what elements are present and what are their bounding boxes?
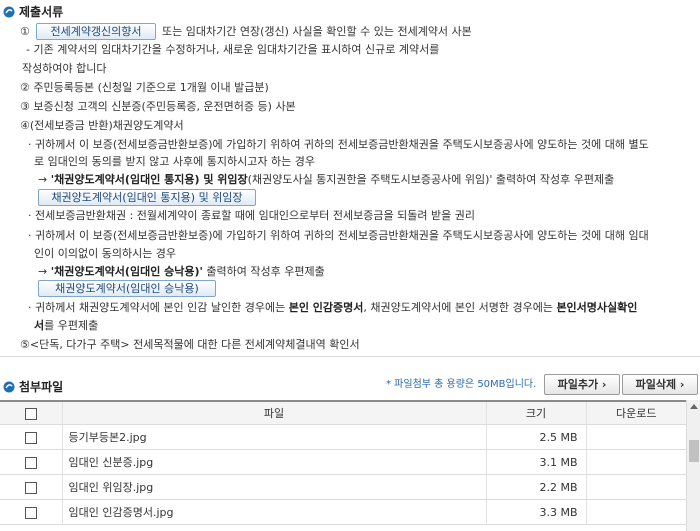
b3-arrow-bold: '채권양도계약서(임대인 승낙용)' xyxy=(50,265,203,278)
table-row: 임대인 신분증.jpg 3.1 MB xyxy=(0,449,686,475)
file-download[interactable] xyxy=(585,499,686,525)
section-bullet-icon xyxy=(3,6,15,17)
b3-line1: · 귀하께서 이 보증(전세보증금반환보증)에 가입하기 위하여 귀하의 전세보… xyxy=(28,229,649,242)
table-header-row: 파일 크기 다운로드 xyxy=(0,400,686,425)
file-size: 2.2 MB xyxy=(485,474,586,500)
file-size: 3.1 MB xyxy=(485,449,586,475)
item3-text: ③ 보증신청 고객의 신분증(주민등록증, 운전면허증 등) 사본 xyxy=(20,100,296,113)
item5-text: ⑤<단독, 다가구 주택> 전세목적물에 대한 다른 전세계약체결내역 확인서 xyxy=(20,338,360,351)
row-checkbox[interactable] xyxy=(24,481,37,494)
arrow-glyph: → xyxy=(38,265,51,278)
item1-number: ① xyxy=(20,25,30,38)
b1-arrow-line: → '채권양도계약서(임대인 통지용) 및 위임장(채권양도사실 통지권한을 주… xyxy=(38,173,614,187)
scrollbar-thumb[interactable] xyxy=(689,440,699,462)
b4-text-a: · 귀하께서 채권양도계약서에 본인 인감 날인한 경우에는 xyxy=(28,301,289,314)
b4-text-tail: 를 우편제출 xyxy=(44,319,99,332)
assignment-consent-form-button[interactable]: 채권양도계약서(임대인 승낙용) xyxy=(38,280,216,297)
file-name: 임대인 신분증.jpg xyxy=(61,449,486,475)
file-size: 3.3 MB xyxy=(485,499,586,525)
attachment-table: 파일 크기 다운로드 등기부등본2.jpg 2.5 MB 임대인 신분증.jpg… xyxy=(0,400,686,525)
file-name: 등기부등본2.jpg xyxy=(61,424,486,450)
b2-text: · 전세보증금반환채권 : 전월세계약이 종료할 때에 임대인으로부터 전세보증… xyxy=(28,209,475,222)
col-file: 파일 xyxy=(61,400,486,425)
b4-line2: 서를 우편제출 xyxy=(34,319,98,333)
b3-arrow-line: → '채권양도계약서(임대인 승낙용)' 출력하여 작성후 우편제출 xyxy=(38,265,325,279)
b1-arrow-end: ' 출력하여 작성후 우편제출 xyxy=(489,173,615,186)
b4-line1: · 귀하께서 채권양도계약서에 본인 인감 날인한 경우에는 본인 인감증명서,… xyxy=(28,301,637,315)
col-size: 크기 xyxy=(485,400,586,425)
file-download[interactable] xyxy=(585,449,686,475)
table-scrollbar[interactable] xyxy=(686,400,700,531)
row-checkbox[interactable] xyxy=(24,431,37,444)
item1-text: 또는 임대차기간 연장(갱신) 사실을 확인할 수 있는 전세계약서 사본 xyxy=(162,25,472,38)
item1-sub2: 작성하여야 합니다 xyxy=(22,62,107,75)
row-check-cell xyxy=(0,449,62,475)
file-size: 2.5 MB xyxy=(485,424,586,450)
file-download[interactable] xyxy=(585,424,686,450)
row-check-cell xyxy=(0,499,62,525)
attach-section-header: 첨부파일 xyxy=(3,378,63,395)
b4-bold-signature: 본인서명사실확인 xyxy=(556,301,638,314)
item2-text: ② 주민등록등본 (신청일 기준으로 1개월 이내 발급분) xyxy=(20,81,269,94)
b4-text-c: , 채권양도계약서에 본인 서명한 경우에는 xyxy=(363,301,557,314)
select-all-cell xyxy=(0,400,62,425)
b3-arrow-end: 출력하여 작성후 우편제출 xyxy=(202,265,325,278)
submit-section-header: 제출서류 xyxy=(3,3,63,20)
b1-line1: · 귀하께서 이 보증(전세보증금반환보증)에 가입하기 위하여 귀하의 전세보… xyxy=(28,138,649,151)
row-checkbox[interactable] xyxy=(24,506,37,519)
row-check-cell xyxy=(0,474,62,500)
file-name: 임대인 인감증명서.jpg xyxy=(61,499,486,525)
delete-file-button[interactable]: 파일삭제 › xyxy=(622,374,698,395)
item4-text: ④(전세보증금 반환)채권양도계약서 xyxy=(20,119,184,132)
row-checkbox[interactable] xyxy=(24,456,37,469)
assignment-notice-form-button[interactable]: 채권양도계약서(임대인 통지용) 및 위임장 xyxy=(38,189,256,206)
table-row: 임대인 위임장.jpg 2.2 MB xyxy=(0,474,686,500)
table-row: 임대인 인감증명서.jpg 3.3 MB xyxy=(0,499,686,525)
select-all-checkbox[interactable] xyxy=(24,407,37,420)
section-bullet-icon xyxy=(3,381,15,392)
row-check-cell xyxy=(0,424,62,450)
attach-size-note: * 파일첨부 총 용량은 50MB입니다. xyxy=(386,379,537,390)
renewal-intent-form-button[interactable]: 전세계약갱신의향서 xyxy=(36,23,156,40)
b1-arrow-mid: (채권양도사실 통지권한을 주택도시보증공사에 위임) xyxy=(247,173,490,186)
triangle-up-icon[interactable] xyxy=(687,400,700,414)
arrow-glyph: → xyxy=(38,173,51,186)
file-name: 임대인 위임장.jpg xyxy=(61,474,486,500)
attach-section-title: 첨부파일 xyxy=(19,380,64,394)
b1-arrow-bold: '채권양도계약서(임대인 통지용) 및 위임장 xyxy=(50,173,248,186)
section-divider xyxy=(0,356,700,357)
submit-section-title: 제출서류 xyxy=(19,5,64,19)
add-file-button[interactable]: 파일추가 › xyxy=(544,374,620,395)
table-row: 등기부등본2.jpg 2.5 MB xyxy=(0,424,686,450)
b1-line2: 로 임대인의 동의를 받지 않고 사후에 통지하시고자 하는 경우 xyxy=(34,155,315,168)
b4-bold-tail: 서 xyxy=(34,319,45,332)
item1-sub1: - 기존 계약서의 임대차기간을 수정하거나, 새로운 임대차기간을 표시하여 … xyxy=(26,43,440,56)
b3-line2: 인이 이의없이 동의하시는 경우 xyxy=(34,247,177,260)
file-download[interactable] xyxy=(585,474,686,500)
b4-bold-seal: 본인 인감증명서 xyxy=(288,301,364,314)
col-download: 다운로드 xyxy=(585,400,686,425)
